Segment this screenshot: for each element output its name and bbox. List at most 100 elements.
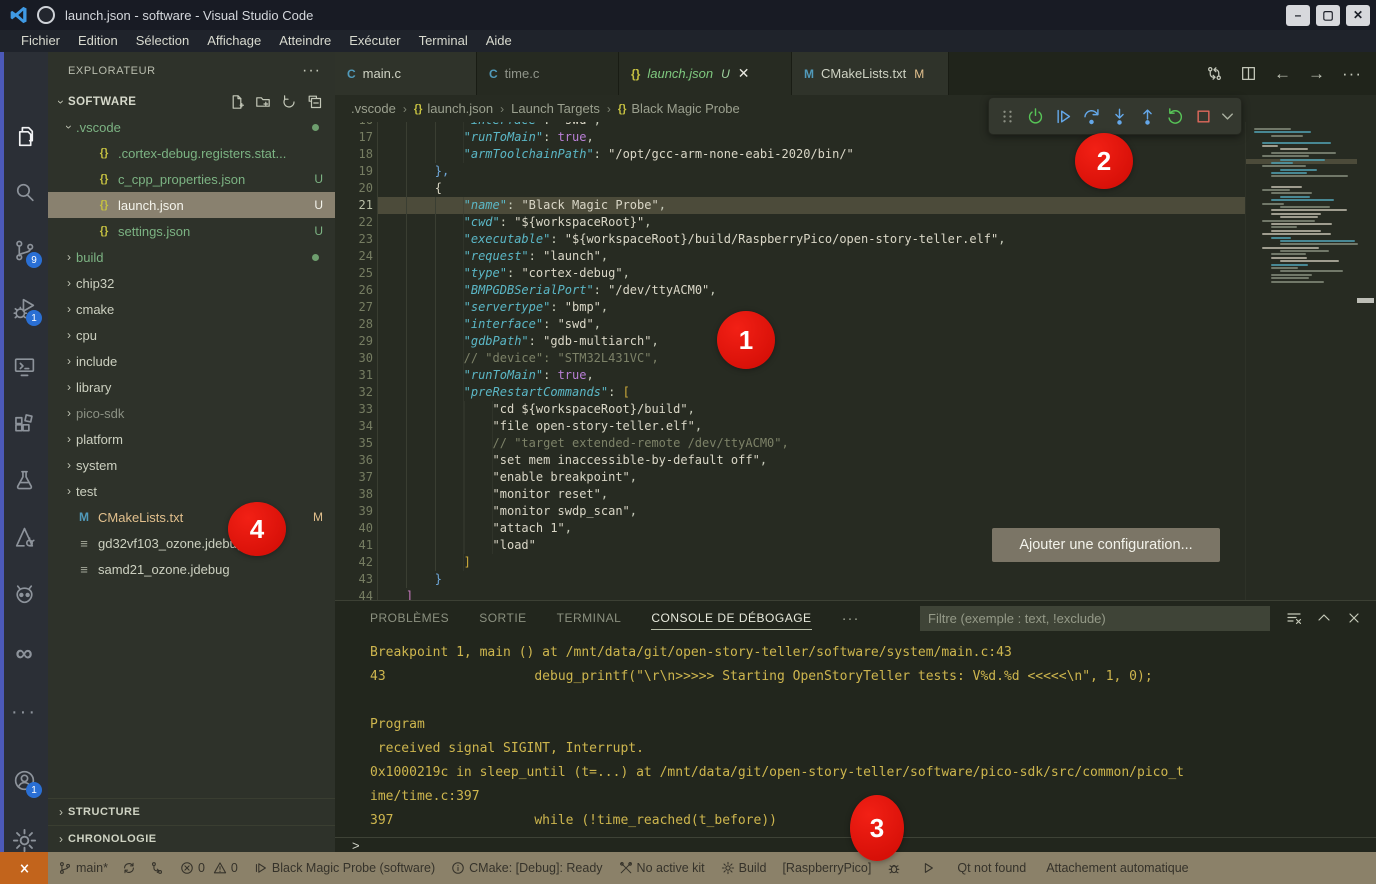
activitybar-account-icon[interactable]: 1: [0, 758, 48, 802]
tree-folder--vscode[interactable]: ›.vscode: [48, 114, 335, 140]
activitybar-files-icon[interactable]: [0, 114, 48, 158]
activitybar-extensions-icon[interactable]: [0, 402, 48, 446]
menu-affichage[interactable]: Affichage: [198, 30, 270, 52]
tree-folder-test[interactable]: ›test: [48, 478, 335, 504]
breadcrumb-item[interactable]: launch.json: [427, 101, 493, 116]
debug-step-over-icon[interactable]: [1079, 103, 1103, 129]
tree-file-c-cpp-properties-json[interactable]: {}c_cpp_properties.jsonU: [48, 166, 335, 192]
tree-folder-include[interactable]: ›include: [48, 348, 335, 374]
tab-launch-json[interactable]: {}launch.jsonU✕: [619, 52, 792, 95]
activitybar-search-icon[interactable]: [0, 170, 48, 214]
debug-power-launch-icon[interactable]: [1023, 103, 1047, 129]
tree-file-samd21-ozone-jdebug[interactable]: ≡samd21_ozone.jdebug: [48, 556, 335, 582]
activitybar-settings-gear-icon[interactable]: [0, 818, 48, 862]
menu-edition[interactable]: Edition: [69, 30, 127, 52]
tree-file-gd32vf103-ozone-jdebug[interactable]: ≡gd32vf103_ozone.jdebug: [48, 530, 335, 556]
new-file-icon[interactable]: [229, 94, 245, 110]
tree-folder-system[interactable]: ›system: [48, 452, 335, 478]
close-icon[interactable]: ✕: [738, 65, 750, 82]
refresh-icon[interactable]: [281, 94, 297, 110]
debug-filter-input[interactable]: [920, 606, 1270, 631]
split-editor-icon[interactable]: [1240, 65, 1257, 82]
tree-folder-build[interactable]: ›build: [48, 244, 335, 270]
collapse-all-icon[interactable]: [307, 94, 323, 110]
arrow-left-icon[interactable]: ←: [1274, 64, 1291, 84]
new-folder-icon[interactable]: [255, 94, 271, 110]
tab-main-c[interactable]: Cmain.c: [335, 52, 477, 95]
arrow-right-icon[interactable]: →: [1308, 64, 1325, 84]
menu-terminal[interactable]: Terminal: [410, 30, 477, 52]
status-cmake-debug-ready[interactable]: CMake: [Debug]: Ready: [451, 861, 602, 875]
activitybar-remote-explorer-icon[interactable]: [0, 344, 48, 388]
editor-scrollbar[interactable]: [1356, 122, 1376, 600]
menu-sélection[interactable]: Sélection: [127, 30, 198, 52]
activitybar-run-debug-icon[interactable]: 1: [0, 286, 48, 330]
more-actions-icon[interactable]: ···: [1342, 64, 1362, 84]
status-no-active-kit[interactable]: No active kit: [619, 861, 705, 875]
debug-restart-icon[interactable]: [1163, 103, 1187, 129]
debug-stop-icon[interactable]: [1191, 103, 1215, 129]
status-sync-icon[interactable]: [122, 861, 136, 875]
tree-folder-pico-sdk[interactable]: ›pico-sdk: [48, 400, 335, 426]
tree-folder-platform[interactable]: ›platform: [48, 426, 335, 452]
breadcrumb-item[interactable]: .vscode: [351, 101, 396, 116]
file-label: .vscode: [76, 120, 306, 135]
breadcrumb-item[interactable]: Launch Targets: [511, 101, 600, 116]
activitybar-robot-icon[interactable]: [0, 573, 48, 617]
tab-time-c[interactable]: Ctime.c: [477, 52, 619, 95]
maximize-panel-icon[interactable]: [1316, 610, 1332, 626]
compare-changes-icon[interactable]: [1206, 65, 1223, 82]
tree-folder-chip32[interactable]: ›chip32: [48, 270, 335, 296]
activitybar-test-beaker-icon[interactable]: [0, 458, 48, 502]
status-branch-pull-icon[interactable]: [150, 861, 164, 875]
explorer-more-icon[interactable]: ···: [302, 62, 321, 80]
debug-step-out-icon[interactable]: [1135, 103, 1159, 129]
tree-folder-cmake[interactable]: ›cmake: [48, 296, 335, 322]
tree-file-settings-json[interactable]: {}settings.jsonU: [48, 218, 335, 244]
menu-exécuter[interactable]: Exécuter: [340, 30, 409, 52]
panel-tab-sortie[interactable]: SORTIE: [479, 601, 526, 635]
file-label: chip32: [76, 276, 335, 291]
status-0[interactable]: 0: [180, 861, 205, 875]
panel-tab-console-de-d-bogage[interactable]: CONSOLE DE DÉBOGAGE: [651, 601, 811, 635]
status-play-icon[interactable]: [921, 861, 935, 875]
tree-file-launch-json[interactable]: {}launch.jsonU: [48, 192, 335, 218]
status-black-magic-probe-software-[interactable]: Black Magic Probe (software): [254, 861, 435, 875]
activitybar-infinity-icon[interactable]: ∞: [0, 632, 48, 676]
menu-aide[interactable]: Aide: [477, 30, 521, 52]
status--raspberrypico-[interactable]: [RaspberryPico]: [782, 861, 871, 875]
tree-file-cmakelists-txt[interactable]: MCMakeLists.txtM: [48, 504, 335, 530]
minimize-button[interactable]: –: [1286, 5, 1310, 26]
close-panel-icon[interactable]: [1346, 610, 1362, 626]
activitybar-more-icon[interactable]: ···: [0, 690, 48, 734]
menu-fichier[interactable]: Fichier: [12, 30, 69, 52]
breadcrumb-item[interactable]: Black Magic Probe: [631, 101, 739, 116]
clear-console-icon[interactable]: [1286, 610, 1302, 626]
menu-atteindre[interactable]: Atteindre: [270, 30, 340, 52]
tab-cmakelists-txt[interactable]: MCMakeLists.txtM: [792, 52, 949, 95]
section-structure[interactable]: ›STRUCTURE: [48, 798, 335, 825]
panel-tab-terminal[interactable]: TERMINAL: [557, 601, 622, 635]
add-configuration-button[interactable]: Ajouter une configuration...: [992, 528, 1220, 562]
panel-more-icon[interactable]: ···: [842, 610, 860, 627]
status-bug-icon[interactable]: [887, 861, 901, 875]
activitybar-cmake-icon[interactable]: [0, 515, 48, 559]
debug-step-into-icon[interactable]: [1107, 103, 1131, 129]
status-qt-not-found[interactable]: Qt not found: [957, 861, 1026, 875]
status-build[interactable]: Build: [721, 861, 767, 875]
maximize-button[interactable]: ▢: [1316, 5, 1340, 26]
debug-continue-icon[interactable]: [1051, 103, 1075, 129]
close-button[interactable]: ✕: [1346, 5, 1370, 26]
section-chronologie[interactable]: ›CHRONOLOGIE: [48, 825, 335, 852]
minimap[interactable]: [1245, 122, 1357, 600]
status-main-[interactable]: main*: [58, 861, 108, 875]
status-0[interactable]: 0: [213, 861, 238, 875]
status-attachement-automatique[interactable]: Attachement automatique: [1046, 861, 1188, 875]
tree-folder-cpu[interactable]: ›cpu: [48, 322, 335, 348]
workspace-section-header[interactable]: › SOFTWARE: [48, 90, 335, 114]
activitybar-source-control-icon[interactable]: 9: [0, 228, 48, 272]
tree-file--cortex-debug-registers-stat-[interactable]: {}.cortex-debug.registers.stat...: [48, 140, 335, 166]
debug-chevron-down-icon[interactable]: [1219, 103, 1235, 129]
panel-tab-probl-mes[interactable]: PROBLÈMES: [370, 601, 449, 635]
tree-folder-library[interactable]: ›library: [48, 374, 335, 400]
